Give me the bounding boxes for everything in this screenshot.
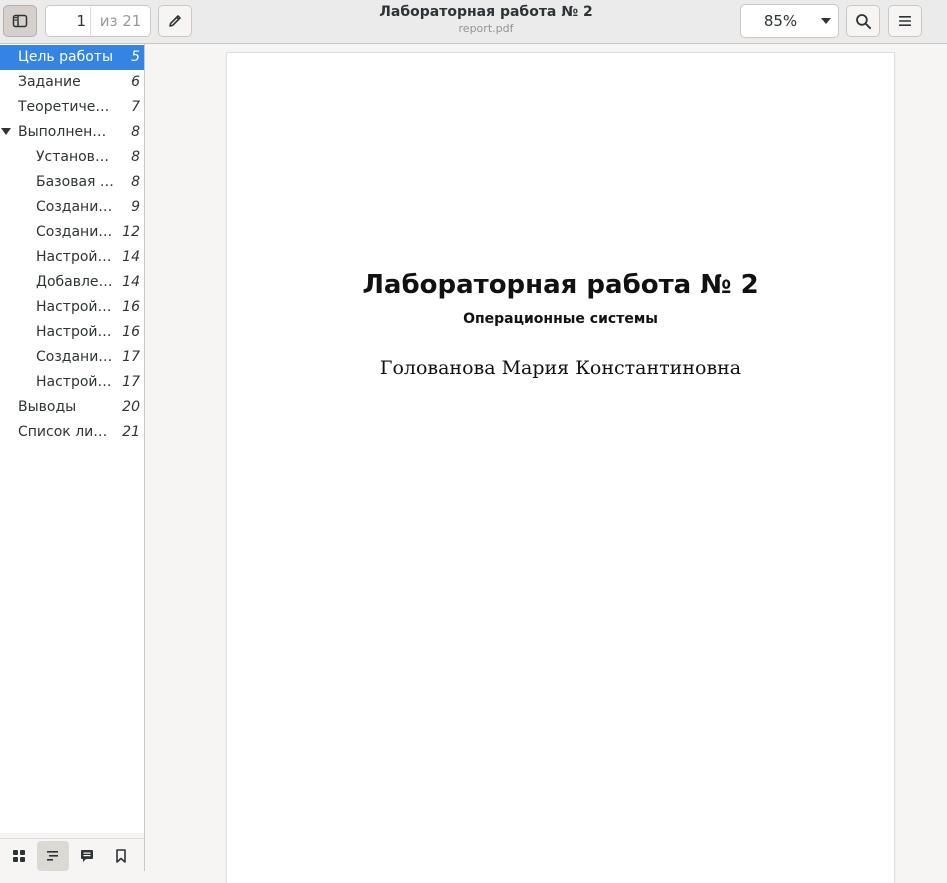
outline-item-label: Создание…	[36, 199, 114, 215]
document-view[interactable]: Лабораторная работа № 2 Операционные сис…	[145, 44, 947, 883]
outline-item[interactable]: Настройк… 17	[0, 370, 144, 395]
window-title: Лабораторная работа № 2	[379, 4, 593, 20]
outline-item[interactable]: Задание 6	[0, 70, 144, 95]
outline-item[interactable]: Выполнени… 8	[0, 120, 144, 145]
outline-item[interactable]: Добавле… 14	[0, 270, 144, 295]
outline-item-page: 20	[122, 399, 140, 415]
outline-item-page: 21	[122, 424, 140, 440]
zoom-value: 85%	[763, 12, 798, 30]
outline-item[interactable]: Создание… 17	[0, 345, 144, 370]
outline-item-page: 17	[122, 349, 140, 365]
outline-item-label: Настройк…	[36, 299, 114, 315]
zoom-dropdown[interactable]: 85%	[740, 4, 839, 38]
outline-item-page: 9	[131, 199, 140, 215]
outline-sidebar: Цель работы 5 Задание 6 Теоретичес… 7 Выполнен…	[0, 44, 144, 833]
outline-item-page: 14	[122, 274, 140, 290]
search-button[interactable]	[846, 5, 880, 37]
outline-item[interactable]: Теоретичес… 7	[0, 95, 144, 120]
document-title: Лабораторная работа № 2	[362, 270, 759, 300]
search-icon	[855, 13, 871, 29]
outline-item-label: Добавле…	[36, 274, 113, 290]
outline-item-page: 7	[131, 99, 140, 115]
outline-item-label: Установк…	[36, 149, 114, 165]
outline-item-label: Настройк…	[36, 324, 114, 340]
hamburger-menu-icon	[899, 16, 911, 26]
outline-item-label: Создание…	[36, 224, 114, 240]
annotations-tab[interactable]	[71, 841, 103, 871]
expander-triangle-icon[interactable]	[1, 128, 11, 135]
thumbnails-icon	[13, 850, 25, 862]
outline-item-label: Создание…	[36, 349, 114, 365]
outline-item-page: 14	[122, 249, 140, 265]
outline-item-page: 8	[131, 124, 140, 140]
page-number-field[interactable]: из 21	[45, 5, 151, 37]
document-page[interactable]: Лабораторная работа № 2 Операционные сис…	[227, 53, 894, 883]
outline-item-page: 6	[131, 74, 140, 90]
page-number-input[interactable]	[46, 7, 91, 35]
sidebar-view-switcher	[0, 838, 144, 871]
annotations-icon	[81, 850, 93, 862]
chevron-down-icon	[814, 17, 838, 25]
outline-item-page: 8	[131, 149, 140, 165]
outline-item-label: Теоретичес…	[18, 99, 114, 115]
document-author: Голованова Мария Константиновна	[379, 357, 742, 379]
outline-item-label: Список лите…	[18, 424, 114, 440]
outline-item-label: Базовая …	[36, 174, 114, 190]
window-title-block: Лабораторная работа № 2 report.pdf	[300, 3, 672, 37]
outline-tab[interactable]	[37, 841, 69, 871]
annotate-button[interactable]	[158, 5, 192, 37]
outline-item[interactable]: Цель работы 5	[0, 45, 144, 70]
outline-item[interactable]: Создание… 9	[0, 195, 144, 220]
outline-item-page: 16	[122, 324, 140, 340]
outline-item-page: 5	[131, 49, 140, 65]
outline-item-label: Выводы	[18, 399, 77, 415]
outline-item-page: 8	[131, 174, 140, 190]
outline-list: Цель работы 5 Задание 6 Теоретичес… 7 Выполнен…	[0, 45, 144, 445]
outline-item-label: Выполнени…	[18, 124, 114, 140]
outline-item[interactable]: Установк… 8	[0, 145, 144, 170]
page-total-label: из 21	[99, 12, 142, 30]
outline-item[interactable]: Настройк… 16	[0, 320, 144, 345]
outline-item-label: Цель работы	[18, 49, 114, 65]
outline-item[interactable]: Создание… 12	[0, 220, 144, 245]
outline-item-page: 17	[122, 374, 140, 390]
outline-icon	[47, 851, 58, 861]
document-subtitle: Операционные системы	[463, 311, 658, 327]
header-bar: из 21 Лабораторная работа № 2 report.pdf…	[0, 0, 947, 44]
sidebar-toggle-icon	[12, 14, 28, 28]
outline-item[interactable]: Базовая … 8	[0, 170, 144, 195]
outline-item[interactable]: Список лите… 21	[0, 420, 144, 445]
bookmarks-tab[interactable]	[105, 841, 137, 871]
outline-item[interactable]: Настройк… 14	[0, 245, 144, 270]
window-subtitle: report.pdf	[458, 22, 514, 35]
outline-item-page: 16	[122, 299, 140, 315]
pencil-icon	[169, 15, 181, 27]
outline-item-label: Задание	[18, 74, 81, 90]
outline-item-label: Настройк…	[36, 249, 114, 265]
outline-item-label: Настройк…	[36, 374, 114, 390]
outline-item[interactable]: Выводы 20	[0, 395, 144, 420]
main-menu-button[interactable]	[888, 5, 922, 37]
sidebar-toggle-button[interactable]	[3, 5, 37, 37]
outline-item[interactable]: Настройк… 16	[0, 295, 144, 320]
thumbnails-tab[interactable]	[3, 841, 35, 871]
outline-item-page: 12	[122, 224, 140, 240]
bookmarks-icon	[116, 849, 126, 863]
